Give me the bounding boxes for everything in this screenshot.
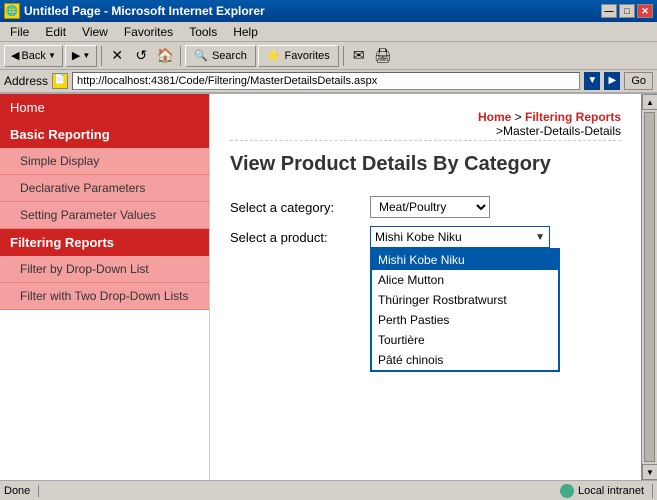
menu-help[interactable]: Help: [225, 23, 266, 41]
product-dropdown-list: Mishi Kobe Niku Alice Mutton Thüringer R…: [370, 248, 560, 372]
search-button[interactable]: 🔍 Search: [185, 45, 256, 67]
back-icon: ◀: [11, 49, 19, 62]
content-area: Home Basic Reporting Simple Display Decl…: [0, 94, 657, 480]
breadcrumb-page: Master-Details-Details: [503, 124, 621, 138]
page-icon: 📄: [52, 73, 68, 89]
product-label: Select a product:: [230, 230, 370, 245]
back-dropdown-icon: ▼: [48, 51, 56, 60]
sidebar-section-filtering-reports[interactable]: Filtering Reports: [0, 229, 209, 256]
maximize-button[interactable]: □: [619, 4, 635, 18]
sidebar-item-filter-dropdown[interactable]: Filter by Drop-Down List: [0, 256, 209, 283]
titlebar: 🌐 Untitled Page - Microsoft Internet Exp…: [0, 0, 657, 22]
breadcrumb: Home > Filtering Reports >Master-Details…: [478, 110, 621, 138]
scroll-up-button[interactable]: ▲: [642, 94, 657, 110]
stop-button[interactable]: ✕: [106, 45, 128, 67]
menubar: File Edit View Favorites Tools Help: [0, 22, 657, 42]
zone-text: Local intranet: [578, 485, 644, 497]
favorites-icon: ⭐: [267, 49, 281, 62]
product-option-3[interactable]: Perth Pasties: [372, 310, 558, 330]
menu-file[interactable]: File: [2, 23, 37, 41]
menu-favorites[interactable]: Favorites: [116, 23, 181, 41]
favorites-button[interactable]: ⭐ Favorites: [258, 45, 339, 67]
refresh-button[interactable]: ↺: [130, 45, 152, 67]
sidebar-section-basic-reporting[interactable]: Basic Reporting: [0, 121, 209, 148]
addressbar: Address 📄 ▼ ▶ Go: [0, 70, 657, 94]
print-button[interactable]: 🖨: [372, 45, 394, 67]
search-icon: 🔍: [194, 49, 208, 62]
statusbar: Done Local intranet: [0, 480, 657, 500]
status-zone-panel: Local intranet: [560, 484, 653, 498]
menu-edit[interactable]: Edit: [37, 23, 74, 41]
sidebar-item-setting-parameter-values[interactable]: Setting Parameter Values: [0, 202, 209, 229]
done-text: Done: [4, 485, 30, 497]
product-option-0[interactable]: Mishi Kobe Niku: [372, 250, 558, 270]
breadcrumb-home[interactable]: Home: [478, 110, 511, 124]
product-selected-display[interactable]: Mishi Kobe Niku ▼: [370, 226, 550, 248]
scrollbar[interactable]: ▲ ▼: [641, 94, 657, 480]
separator-1: [101, 46, 102, 66]
breadcrumb-section[interactable]: Filtering Reports: [525, 110, 621, 124]
status-done-panel: Done: [4, 485, 39, 497]
forward-button[interactable]: ▶ ▼: [65, 45, 97, 67]
separator-3: [343, 46, 344, 66]
address-input[interactable]: [72, 72, 580, 90]
product-option-2[interactable]: Thüringer Rostbratwurst: [372, 290, 558, 310]
close-button[interactable]: ✕: [637, 4, 653, 18]
sidebar-item-declarative-parameters[interactable]: Declarative Parameters: [0, 175, 209, 202]
page-title: View Product Details By Category: [230, 140, 621, 176]
window-icon: 🌐: [4, 3, 20, 19]
sidebar-item-filter-two-dropdowns[interactable]: Filter with Two Drop-Down Lists: [0, 283, 209, 310]
menu-view[interactable]: View: [74, 23, 116, 41]
address-label: Address: [4, 74, 48, 88]
zone-icon: [560, 484, 574, 498]
separator-2: [180, 46, 181, 66]
navigate-button[interactable]: ▶: [604, 72, 620, 90]
category-row: Select a category: Meat/Poultry: [230, 196, 621, 218]
minimize-button[interactable]: —: [601, 4, 617, 18]
toolbar: ◀ Back ▼ ▶ ▼ ✕ ↺ 🏠 🔍 Search ⭐ Favorites …: [0, 42, 657, 70]
home-button[interactable]: 🏠: [154, 45, 176, 67]
forward-dropdown-icon: ▼: [82, 51, 90, 60]
scroll-thumb[interactable]: [644, 112, 655, 462]
forward-icon: ▶: [72, 49, 80, 62]
go-button[interactable]: Go: [624, 72, 653, 90]
window-title: Untitled Page - Microsoft Internet Explo…: [24, 4, 601, 18]
category-select[interactable]: Meat/Poultry: [370, 196, 490, 218]
scroll-down-button[interactable]: ▼: [642, 464, 657, 480]
menu-tools[interactable]: Tools: [181, 23, 225, 41]
product-option-4[interactable]: Tourtière: [372, 330, 558, 350]
product-option-5[interactable]: Pâté chinois: [372, 350, 558, 370]
main-panel: Home > Filtering Reports >Master-Details…: [210, 94, 641, 480]
sidebar: Home Basic Reporting Simple Display Decl…: [0, 94, 210, 480]
sidebar-home[interactable]: Home: [0, 94, 209, 121]
sidebar-item-simple-display[interactable]: Simple Display: [0, 148, 209, 175]
window-controls[interactable]: — □ ✕: [601, 4, 653, 18]
product-option-1[interactable]: Alice Mutton: [372, 270, 558, 290]
mail-button[interactable]: ✉: [348, 45, 370, 67]
address-dropdown[interactable]: ▼: [584, 72, 600, 90]
back-button[interactable]: ◀ Back ▼: [4, 45, 63, 67]
product-row: Select a product: Mishi Kobe Niku ▼ Mish…: [230, 226, 621, 248]
product-selected-text: Mishi Kobe Niku: [375, 230, 462, 244]
product-dropdown-container: Mishi Kobe Niku ▼ Mishi Kobe Niku Alice …: [370, 226, 550, 248]
product-dropdown-arrow: ▼: [535, 232, 545, 243]
category-label: Select a category:: [230, 200, 370, 215]
